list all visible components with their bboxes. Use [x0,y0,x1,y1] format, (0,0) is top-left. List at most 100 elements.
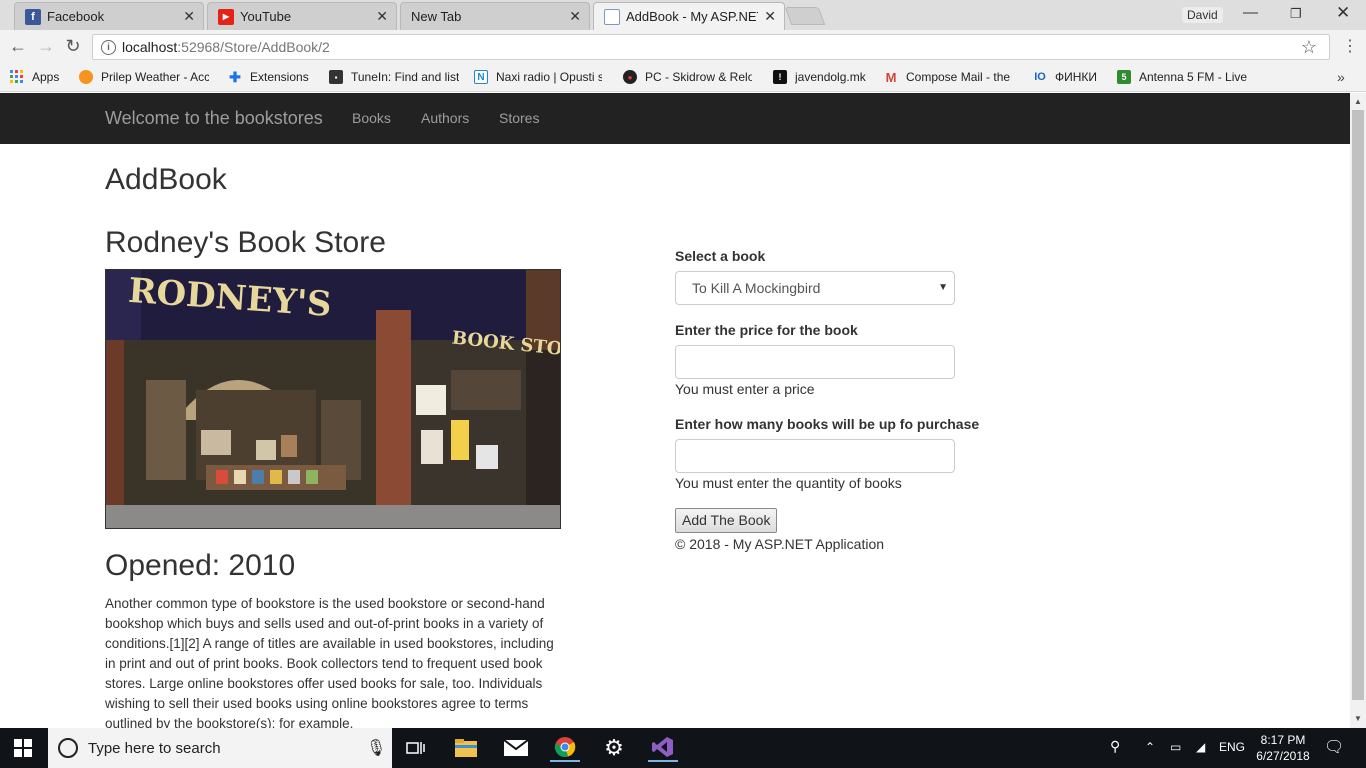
bookmark-label: ФИНКИ [1055,70,1098,84]
scrollbar-thumb[interactable] [1352,110,1364,700]
profile-name[interactable]: David [1182,7,1223,23]
window-close-icon[interactable]: ✕ [1336,3,1350,23]
file-explorer-icon[interactable] [451,734,481,762]
finki-icon: IO [1034,71,1046,83]
settings-gear-icon[interactable]: ⚙ [599,734,629,762]
microphone-icon[interactable]: 🎙 [366,738,386,758]
bookmark-finki[interactable]: IO ФИНКИ [1033,70,1097,84]
bookmark-label: TuneIn: Find and list [351,70,459,84]
bookmark-label: Apps [32,70,60,84]
windows-start-icon[interactable] [14,739,32,757]
price-validation-message: You must enter a price [675,381,815,397]
scroll-down-icon[interactable]: ▼ [1354,714,1362,723]
store-photo: RODNEY'S BOOK STORE [105,269,561,529]
action-center-icon[interactable]: 🗨 [1324,737,1344,757]
site-brand-link[interactable]: Welcome to the bookstores [105,108,323,129]
bookmark-label: Antenna 5 FM - Live [1139,70,1248,84]
bookmark-naxi-radio[interactable]: N Naxi radio | Opusti s [474,70,602,84]
weather-icon [79,70,93,84]
gmail-icon: M [885,69,897,85]
bookmarks-bar: Apps Prilep Weather - Acc ✚ Extensions ▪… [0,64,1366,92]
nav-link-books[interactable]: Books [352,110,391,126]
language-indicator[interactable]: ENG [1219,740,1245,754]
visual-studio-icon[interactable] [648,734,678,762]
bookmark-apps[interactable]: Apps [10,70,59,84]
close-icon[interactable]: ✕ [764,8,776,25]
mail-icon[interactable] [501,734,531,762]
scroll-up-icon[interactable]: ▲ [1354,97,1362,106]
bookmark-tunein[interactable]: ▪ TuneIn: Find and list [329,70,459,84]
url-path: :52968/Store/AddBook/2 [177,39,330,55]
info-icon[interactable]: i [101,39,116,55]
show-hidden-icons-chevron-icon[interactable]: ⌃ [1145,740,1155,754]
page-title: AddBook [105,163,227,196]
site-navbar: Welcome to the bookstores Books Authors … [0,93,1350,144]
bookmark-javendolg[interactable]: ! javendolg.mk [773,70,866,84]
tab-youtube[interactable]: ▶ YouTube ✕ [207,2,397,30]
close-icon[interactable]: ✕ [183,8,195,25]
close-icon[interactable]: ✕ [569,8,581,25]
tab-title: YouTube [240,9,292,24]
chrome-icon[interactable] [550,734,580,762]
book-select[interactable]: To Kill A Mockingbird ▼ [675,271,955,305]
youtube-icon: ▶ [218,8,234,25]
quantity-input[interactable] [675,439,955,473]
page-footer: © 2018 - My ASP.NET Application [675,536,885,552]
windows-taskbar: Type here to search 🎙 ⚙ ⚲ ⌃ ▭ ◢ ENG 8:17… [0,728,1366,768]
address-bar[interactable]: i localhost:52968/Store/AddBook/2 ☆ [92,34,1330,60]
page-scrollbar[interactable]: ▲ ▼ [1350,93,1366,728]
cortana-icon [58,738,78,758]
close-icon[interactable]: ✕ [376,8,388,25]
network-icon[interactable]: ◢ [1196,740,1205,754]
tab-title: New Tab [411,9,462,24]
apps-grid-icon [10,70,24,84]
restore-icon[interactable]: ❐ [1290,6,1302,22]
minimize-icon[interactable]: — [1243,4,1258,21]
price-input[interactable] [675,345,955,379]
bookmark-prilep-weather[interactable]: Prilep Weather - Acc [79,70,209,84]
forward-arrow-icon[interactable]: → [35,36,57,56]
tab-addbook[interactable]: AddBook - My ASP.NET A ✕ [593,2,785,30]
tab-facebook[interactable]: f Facebook ✕ [14,2,204,30]
add-book-button[interactable]: Add The Book [675,508,778,533]
url-host: localhost [122,39,178,55]
book-select-value: To Kill A Mockingbird [692,280,821,296]
javendolg-icon: ! [773,70,787,84]
bookmark-label: PC - Skidrow & Relo [645,70,752,84]
task-view-icon[interactable] [401,734,431,762]
nav-link-authors[interactable]: Authors [421,110,469,126]
antenna5-icon: 5 [1117,70,1131,84]
reload-icon[interactable]: ↻ [62,36,84,56]
bookmark-label: Compose Mail - the [906,70,1011,84]
people-icon[interactable]: ⚲ [1110,738,1120,755]
nav-link-stores[interactable]: Stores [499,110,539,126]
browser-toolbar: ← → ↻ i localhost:52968/Store/AddBook/2 … [0,30,1366,64]
clock-time: 8:17 PM [1260,733,1306,747]
bookmark-label: Extensions [250,70,309,84]
bookmark-skidrow[interactable]: ● PC - Skidrow & Relo [623,70,752,84]
dropdown-caret-icon: ▼ [938,282,948,293]
tab-new-tab[interactable]: New Tab ✕ [400,2,590,30]
browser-menu-icon[interactable]: ⋮ [1342,36,1358,56]
bookmark-extensions[interactable]: ✚ Extensions [228,68,309,85]
browser-tab-strip: f Facebook ✕ ▶ YouTube ✕ New Tab ✕ AddBo… [0,0,1366,30]
system-clock[interactable]: 8:17 PM 6/27/2018 [1252,732,1314,764]
naxi-icon: N [474,70,488,84]
bookmark-label: javendolg.mk [795,70,866,84]
bookmark-star-icon[interactable]: ☆ [1301,37,1317,58]
tunein-icon: ▪ [329,70,343,84]
tab-title: AddBook - My ASP.NET A [626,9,758,24]
bookmark-label: Prilep Weather - Acc [101,70,209,84]
taskbar-search[interactable]: Type here to search 🎙 [48,728,392,768]
bookmark-compose-mail[interactable]: M Compose Mail - the [884,69,1013,85]
facebook-icon: f [25,8,41,25]
puzzle-icon: ✚ [229,68,241,85]
skidrow-icon: ● [623,70,637,84]
back-arrow-icon[interactable]: ← [7,36,29,56]
bookmark-antenna5[interactable]: 5 Antenna 5 FM - Live [1117,70,1247,84]
bookmarks-overflow-icon[interactable]: » [1337,69,1345,85]
bookmark-label: Naxi radio | Opusti s [496,70,602,84]
new-tab-button[interactable] [784,7,826,25]
battery-icon[interactable]: ▭ [1170,740,1181,754]
taskbar-search-placeholder: Type here to search [88,740,221,757]
